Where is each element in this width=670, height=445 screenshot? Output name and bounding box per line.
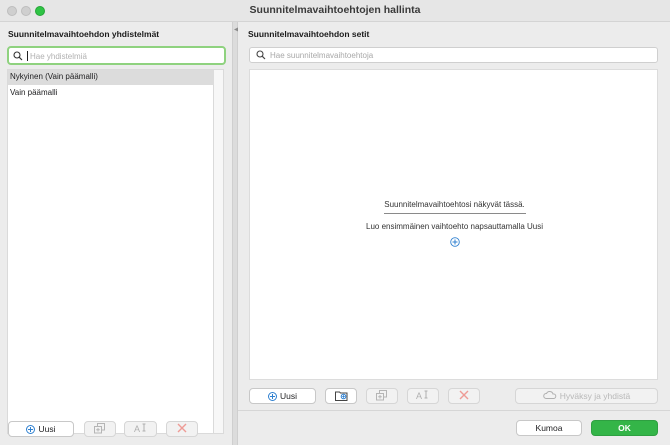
delete-x-icon <box>177 423 187 435</box>
duplicate-combination-button[interactable] <box>84 421 116 437</box>
search-icon <box>13 51 23 63</box>
option-sets-search-input[interactable] <box>270 49 650 61</box>
new-combination-label: Uusi <box>38 424 56 434</box>
footer-separator <box>238 410 670 411</box>
combinations-search-field[interactable] <box>7 46 226 65</box>
plan-options-window: Suunnitelmavaihtoehtojen hallinta Suunni… <box>0 0 670 445</box>
combinations-search-input[interactable] <box>30 49 220 63</box>
duplicate-icon <box>94 422 106 436</box>
list-item-label: Vain päämalli <box>10 88 58 97</box>
new-option-set-button[interactable]: Uusi <box>249 388 316 404</box>
duplicate-option-set-button[interactable] <box>366 388 398 404</box>
ok-label: OK <box>618 423 631 433</box>
text-caret <box>27 51 28 61</box>
accept-and-merge-button[interactable]: Hyväksy ja yhdistä <box>515 388 658 404</box>
empty-state-title: Suunnitelmavaihtoehtosi näkyvät tässä. <box>384 200 525 209</box>
add-option-icon[interactable] <box>450 237 460 249</box>
new-combination-button[interactable]: Uusi <box>8 421 74 437</box>
window-title: Suunnitelmavaihtoehtojen hallinta <box>249 4 421 16</box>
delete-combination-button[interactable] <box>166 421 198 437</box>
new-option-set-label: Uusi <box>279 391 297 401</box>
list-item[interactable]: Vain päämalli <box>8 86 214 101</box>
search-icon <box>256 50 266 62</box>
merge-cloud-icon <box>543 390 557 402</box>
add-circle-icon <box>267 391 277 401</box>
option-sets-heading: Suunnitelmavaihtoehdon setit <box>248 29 370 39</box>
list-scrollbar[interactable] <box>214 69 224 434</box>
empty-state-hint: Luo ensimmäinen vaihtoehto napsauttamall… <box>366 222 543 231</box>
empty-state-divider <box>384 213 526 214</box>
folder-add-icon <box>334 390 348 403</box>
combinations-pane: Suunnitelmavaihtoehdon yhdistelmät Nykyi… <box>0 22 232 445</box>
combinations-heading: Suunnitelmavaihtoehdon yhdistelmät <box>8 29 160 39</box>
rename-combination-button[interactable]: A <box>124 421 157 437</box>
list-item-label: Nykyinen (Vain päämalli) <box>10 72 98 81</box>
cancel-button[interactable]: Kumoa <box>516 420 582 436</box>
title-bar: Suunnitelmavaihtoehtojen hallinta <box>0 0 670 22</box>
option-sets-pane: Suunnitelmavaihtoehdon setit Suunnitelma… <box>238 22 670 445</box>
add-circle-icon <box>26 424 36 434</box>
cancel-label: Kumoa <box>535 423 563 433</box>
delete-option-set-button[interactable] <box>448 388 480 404</box>
svg-text:A: A <box>416 391 422 400</box>
svg-text:A: A <box>134 424 140 433</box>
rename-icon: A <box>416 390 430 402</box>
ok-button[interactable]: OK <box>591 420 658 436</box>
option-sets-search-field[interactable] <box>249 47 658 63</box>
option-sets-area: Suunnitelmavaihtoehtosi näkyvät tässä. L… <box>249 69 658 380</box>
rename-icon: A <box>134 423 148 435</box>
add-to-folder-button[interactable] <box>325 388 357 404</box>
delete-x-icon <box>459 390 469 402</box>
combinations-list: Nykyinen (Vain päämalli) Vain päämalli <box>7 69 214 434</box>
list-item[interactable]: Nykyinen (Vain päämalli) <box>8 70 214 85</box>
accept-and-merge-label: Hyväksy ja yhdistä <box>559 391 631 401</box>
rename-option-set-button[interactable]: A <box>407 388 439 404</box>
duplicate-icon <box>376 389 388 403</box>
